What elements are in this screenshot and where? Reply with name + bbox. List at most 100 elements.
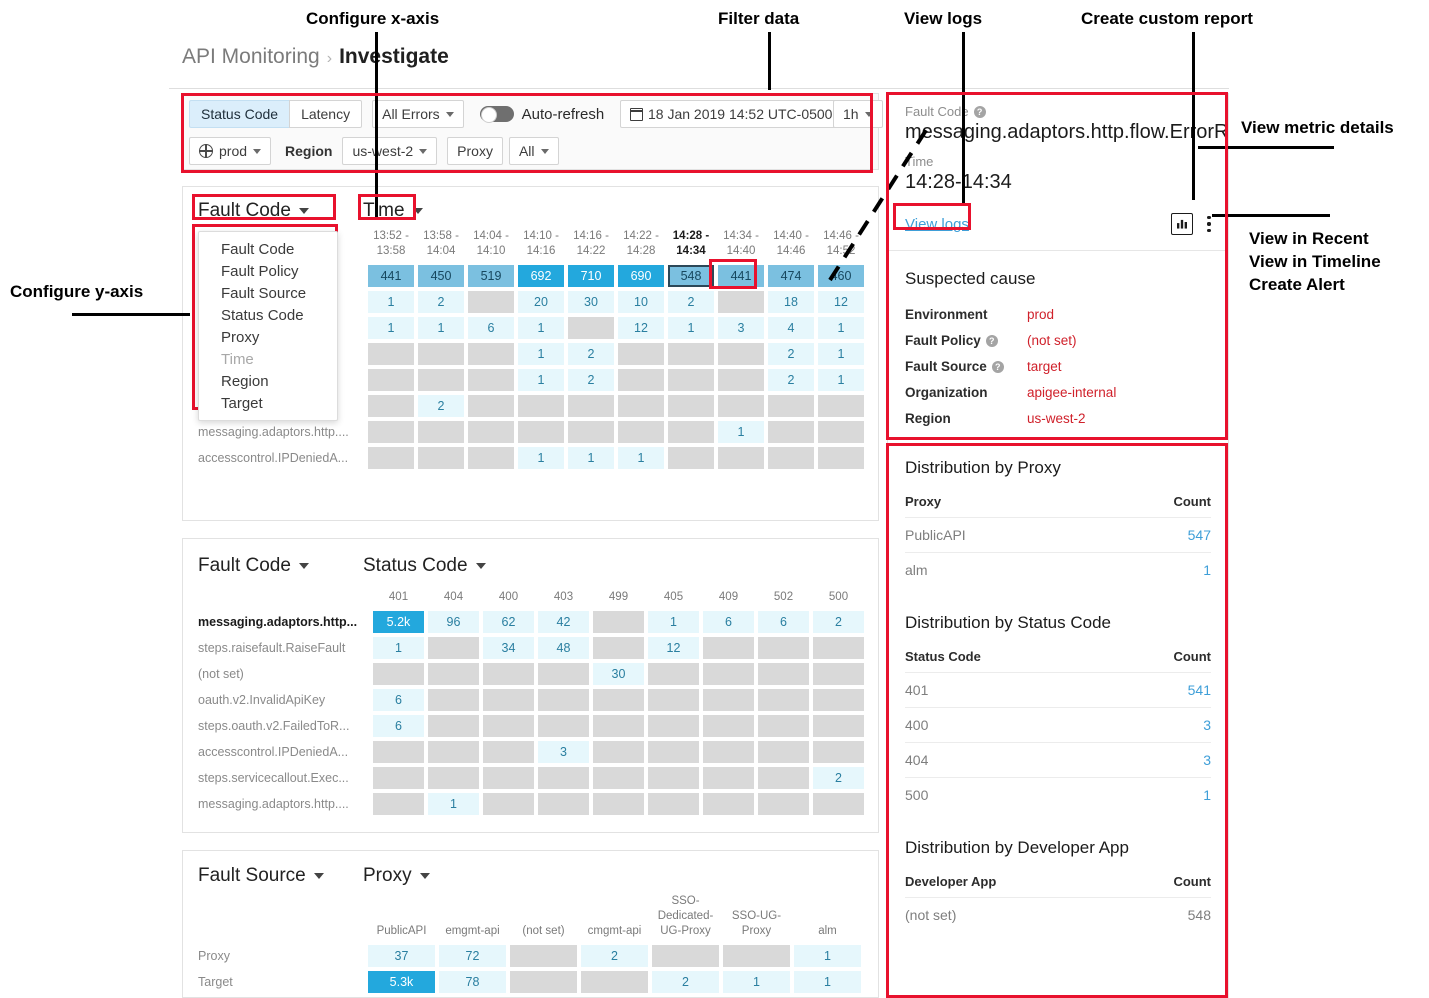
heatmap-cell[interactable]: 1 [666, 315, 716, 341]
heatmap-cell[interactable]: 2 [579, 943, 650, 969]
heatmap-cell[interactable] [366, 445, 416, 471]
heatmap-cell[interactable] [579, 969, 650, 995]
x-axis-selector-2[interactable]: Status Code [363, 555, 486, 577]
heatmap-cell[interactable]: 1 [426, 791, 481, 817]
heatmap-cell[interactable] [756, 791, 811, 817]
heatmap-cell[interactable] [811, 791, 866, 817]
heatmap-cell[interactable] [666, 367, 716, 393]
heatmap-cell[interactable]: 441 [716, 263, 766, 289]
heatmap-cell[interactable] [591, 609, 646, 635]
heatmap-cell[interactable] [591, 713, 646, 739]
heatmap-cell[interactable] [701, 739, 756, 765]
heatmap-cell[interactable]: 20 [516, 289, 566, 315]
heatmap-cell[interactable]: 30 [591, 661, 646, 687]
heatmap-cell[interactable] [416, 419, 466, 445]
heatmap-cell[interactable] [666, 419, 716, 445]
heatmap-cell[interactable]: 1 [366, 315, 416, 341]
heatmap-cell[interactable] [756, 713, 811, 739]
heatmap-cell[interactable] [646, 713, 701, 739]
axis-menu-item-fault-code[interactable]: Fault Code [199, 238, 337, 260]
heatmap-cell[interactable]: 1 [566, 445, 616, 471]
distribution-row-count[interactable]: 1 [1203, 562, 1211, 578]
axis-menu-item-region[interactable]: Region [199, 370, 337, 392]
heatmap-cell[interactable]: 710 [566, 263, 616, 289]
heatmap-cell[interactable] [816, 419, 866, 445]
heatmap-cell[interactable]: 6 [371, 713, 426, 739]
auto-refresh-toggle[interactable] [479, 106, 514, 123]
distribution-row-count[interactable]: 3 [1203, 717, 1211, 733]
heatmap-cell[interactable]: 2 [766, 341, 816, 367]
axis-menu-item-status-code[interactable]: Status Code [199, 304, 337, 326]
heatmap-cell[interactable]: 2 [566, 367, 616, 393]
heatmap-cell[interactable] [481, 713, 536, 739]
heatmap-cell[interactable]: 2 [566, 341, 616, 367]
heatmap-cell[interactable] [366, 367, 416, 393]
heatmap-cell[interactable]: 2 [811, 609, 866, 635]
distribution-row[interactable]: 401 541 [905, 672, 1211, 707]
heatmap-cell[interactable]: 4 [766, 315, 816, 341]
heatmap-cell[interactable] [616, 367, 666, 393]
heatmap-cell[interactable] [566, 393, 616, 419]
region-dropdown[interactable]: us-west-2 [342, 137, 438, 165]
heatmap-cell[interactable] [466, 367, 516, 393]
heatmap-cell[interactable]: 30 [566, 289, 616, 315]
heatmap-cell[interactable] [481, 791, 536, 817]
heatmap-cell[interactable]: 62 [481, 609, 536, 635]
heatmap-cell[interactable] [766, 393, 816, 419]
heatmap-cell[interactable]: 1 [792, 943, 863, 969]
heatmap-cell[interactable] [701, 791, 756, 817]
heatmap-cell[interactable] [591, 739, 646, 765]
distribution-row[interactable]: 404 3 [905, 742, 1211, 777]
heatmap-cell[interactable] [646, 661, 701, 687]
heatmap-cell[interactable] [811, 739, 866, 765]
heatmap-cell[interactable]: 48 [536, 635, 591, 661]
heatmap-cell[interactable] [756, 687, 811, 713]
heatmap-cell[interactable]: 1 [792, 969, 863, 995]
heatmap-cell[interactable] [466, 445, 516, 471]
heatmap-cell[interactable]: 34 [481, 635, 536, 661]
heatmap-cell[interactable]: 3 [536, 739, 591, 765]
distribution-row-count[interactable]: 1 [1203, 787, 1211, 803]
heatmap-cell[interactable]: 3 [716, 315, 766, 341]
heatmap-cell[interactable] [371, 739, 426, 765]
heatmap-cell[interactable] [371, 791, 426, 817]
heatmap-cell[interactable] [646, 687, 701, 713]
heatmap-cell[interactable]: 10 [616, 289, 666, 315]
heatmap-cell[interactable]: 1 [716, 419, 766, 445]
distribution-row-count[interactable]: 547 [1188, 527, 1211, 543]
distribution-row[interactable]: 500 1 [905, 777, 1211, 812]
heatmap-cell[interactable]: 18 [766, 289, 816, 315]
heatmap-cell[interactable] [426, 661, 481, 687]
heatmap-cell[interactable] [566, 419, 616, 445]
heatmap-cell[interactable]: 6 [701, 609, 756, 635]
heatmap-cell[interactable] [481, 687, 536, 713]
heatmap-cell[interactable]: 1 [516, 445, 566, 471]
help-icon[interactable]: ? [991, 360, 1004, 373]
heatmap-cell[interactable] [721, 943, 792, 969]
heatmap-cell[interactable] [516, 393, 566, 419]
heatmap-cell[interactable] [756, 661, 811, 687]
help-icon[interactable]: ? [985, 334, 998, 347]
heatmap-cell[interactable] [366, 419, 416, 445]
heatmap-cell[interactable]: 1 [816, 367, 866, 393]
heatmap-cell[interactable] [811, 713, 866, 739]
heatmap-cell[interactable]: 12 [816, 289, 866, 315]
heatmap-cell[interactable] [816, 393, 866, 419]
heatmap-cell[interactable] [591, 791, 646, 817]
heatmap-cell[interactable]: 6 [466, 315, 516, 341]
y-axis-selector-2[interactable]: Fault Code [198, 555, 309, 577]
heatmap-cell[interactable]: 1 [516, 341, 566, 367]
heatmap-cell[interactable] [756, 635, 811, 661]
breadcrumb-root[interactable]: API Monitoring [182, 45, 320, 68]
heatmap-cell[interactable] [716, 445, 766, 471]
heatmap-cell[interactable]: 2 [650, 969, 721, 995]
proxy-dropdown[interactable]: All [508, 137, 559, 165]
heatmap-cell[interactable] [466, 289, 516, 315]
distribution-row[interactable]: 400 3 [905, 707, 1211, 742]
heatmap-cell[interactable] [716, 289, 766, 315]
heatmap-cell[interactable]: 96 [426, 609, 481, 635]
heatmap-cell[interactable] [766, 419, 816, 445]
heatmap-cell[interactable] [766, 445, 816, 471]
heatmap-cell[interactable] [466, 393, 516, 419]
heatmap-cell[interactable]: 1 [816, 341, 866, 367]
